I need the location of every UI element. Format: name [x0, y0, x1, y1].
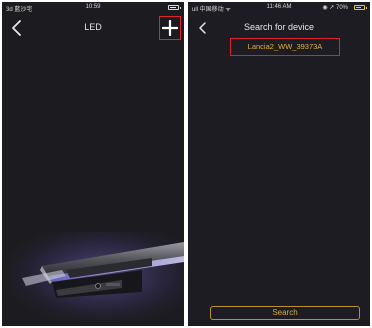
status-indicators: ◉ ↗ 70% — [322, 5, 348, 11]
device-list-item[interactable]: Lancia2_WW_39373A — [230, 38, 340, 56]
led-device-image — [2, 232, 184, 326]
nav-bar: LED — [2, 14, 184, 42]
led-screen: 3d 藍沙宅 10:59 LED — [2, 2, 184, 326]
search-button[interactable]: Search — [210, 306, 360, 320]
screenshot-frame: 3d 藍沙宅 10:59 LED ull 中国移动 ᯤ 11:46 AM ◉ ↗… — [0, 0, 372, 328]
status-bar: ull 中国移动 ᯤ 11:46 AM ◉ ↗ 70% — [188, 2, 370, 14]
plus-icon — [162, 20, 178, 36]
add-device-button[interactable] — [159, 16, 181, 40]
battery-icon — [168, 5, 181, 10]
search-device-screen: ull 中国移动 ᯤ 11:46 AM ◉ ↗ 70% Search for d… — [188, 2, 370, 326]
battery-fill — [356, 7, 361, 8]
status-bar: 3d 藍沙宅 10:59 — [2, 2, 184, 14]
battery-fill — [170, 7, 176, 8]
status-time: 10:59 — [85, 4, 101, 10]
battery-icon — [354, 5, 367, 10]
page-title: Search for device — [243, 22, 315, 32]
page-title: LED — [84, 22, 102, 32]
